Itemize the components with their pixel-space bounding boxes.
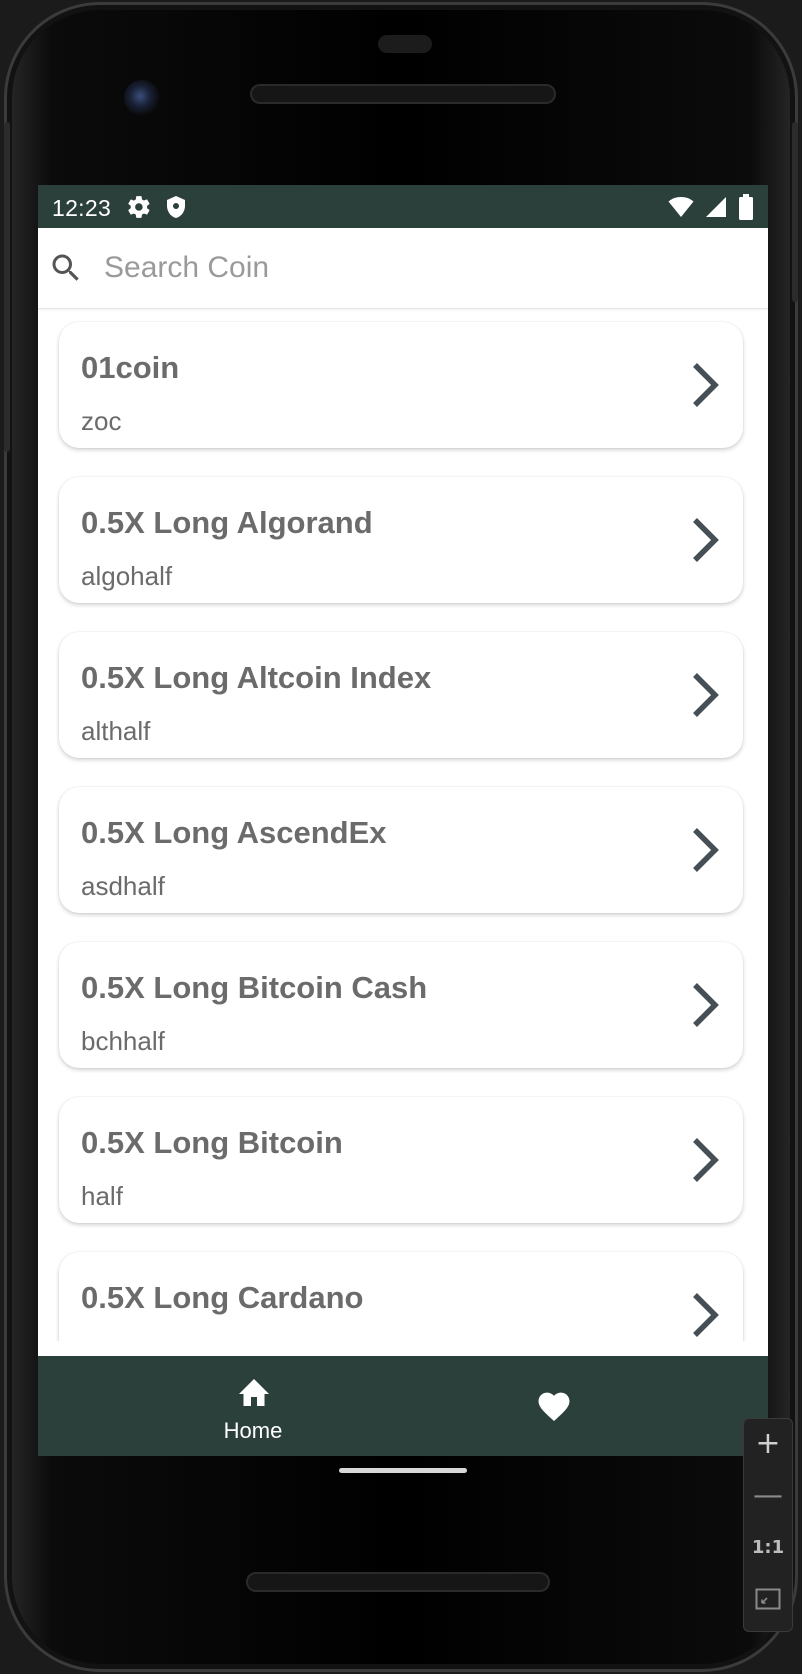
search-icon[interactable] bbox=[48, 250, 84, 286]
signal-icon bbox=[706, 197, 726, 217]
fit-screen-icon bbox=[755, 1588, 781, 1610]
chevron-right-icon bbox=[693, 518, 719, 562]
coin-name: 0.5X Long Algorand bbox=[81, 505, 373, 540]
volume-button bbox=[4, 122, 10, 452]
power-button bbox=[792, 122, 798, 302]
chevron-right-icon bbox=[693, 1138, 719, 1182]
coin-card[interactable]: 0.5X Long Bitcoin Cash bchhalf bbox=[59, 942, 743, 1068]
chevron-right-icon bbox=[693, 983, 719, 1027]
coin-symbol: adahalf bbox=[81, 1336, 166, 1341]
top-speaker-grille bbox=[250, 84, 556, 104]
camera-icon bbox=[124, 80, 160, 116]
gesture-home-indicator[interactable] bbox=[339, 1468, 467, 1473]
battery-icon bbox=[739, 194, 753, 220]
coin-card[interactable]: 0.5X Long Algorand algohalf bbox=[59, 477, 743, 603]
coin-name: 0.5X Long Altcoin Index bbox=[81, 660, 432, 695]
coin-symbol: althalf bbox=[81, 716, 151, 746]
coin-symbol: zoc bbox=[81, 406, 122, 436]
nav-favorites-tab[interactable] bbox=[525, 1378, 581, 1434]
chevron-right-icon bbox=[693, 828, 719, 872]
fit-screen-button[interactable] bbox=[743, 1574, 793, 1626]
status-time: 12:23 bbox=[52, 195, 112, 221]
search-bar bbox=[38, 228, 768, 309]
coin-name: 0.5X Long AscendEx bbox=[81, 815, 387, 850]
chevron-right-icon bbox=[693, 363, 719, 407]
nav-home-label: Home bbox=[223, 1418, 283, 1443]
coin-card[interactable]: 01coin zoc bbox=[59, 322, 743, 448]
earpiece bbox=[378, 35, 432, 53]
coin-name: 0.5X Long Bitcoin bbox=[81, 1125, 343, 1160]
nav-home-tab[interactable]: Home bbox=[203, 1370, 303, 1446]
coin-list[interactable]: 01coin zoc 0.5X Long Algorand algohalf 0… bbox=[38, 308, 768, 1341]
coin-name: 0.5X Long Bitcoin Cash bbox=[81, 970, 428, 1005]
actual-size-button[interactable]: 1:1 bbox=[743, 1522, 793, 1574]
chevron-right-icon bbox=[693, 1293, 719, 1337]
zoom-in-button[interactable]: + bbox=[743, 1418, 793, 1470]
bottom-speaker-grille bbox=[246, 1572, 550, 1592]
coin-name: 0.5X Long Cardano bbox=[81, 1280, 364, 1315]
app-screen: 12:23 01coin zoc bbox=[38, 185, 768, 1456]
status-indicators bbox=[668, 194, 754, 220]
gear-icon bbox=[128, 196, 150, 218]
coin-card[interactable]: 0.5X Long Cardano adahalf bbox=[59, 1252, 743, 1341]
chevron-right-icon bbox=[693, 673, 719, 717]
coin-symbol: half bbox=[81, 1181, 123, 1211]
coin-card[interactable]: 0.5X Long Altcoin Index althalf bbox=[59, 632, 743, 758]
zoom-out-button[interactable]: — bbox=[743, 1470, 793, 1522]
status-bar: 12:23 bbox=[38, 185, 768, 228]
coin-card[interactable]: 0.5X Long AscendEx asdhalf bbox=[59, 787, 743, 913]
home-icon bbox=[239, 1379, 269, 1406]
heart-icon bbox=[538, 1392, 570, 1421]
wifi-icon bbox=[668, 197, 694, 217]
coin-symbol: asdhalf bbox=[81, 871, 165, 901]
shield-icon bbox=[167, 196, 185, 218]
coin-name: 01coin bbox=[81, 350, 180, 385]
coin-symbol: algohalf bbox=[81, 561, 173, 591]
coin-symbol: bchhalf bbox=[81, 1026, 165, 1056]
bottom-navigation: Home bbox=[38, 1356, 768, 1456]
coin-card[interactable]: 0.5X Long Bitcoin half bbox=[59, 1097, 743, 1223]
search-input[interactable] bbox=[102, 244, 746, 292]
emulator-zoom-controls: + — 1:1 bbox=[743, 1418, 793, 1632]
